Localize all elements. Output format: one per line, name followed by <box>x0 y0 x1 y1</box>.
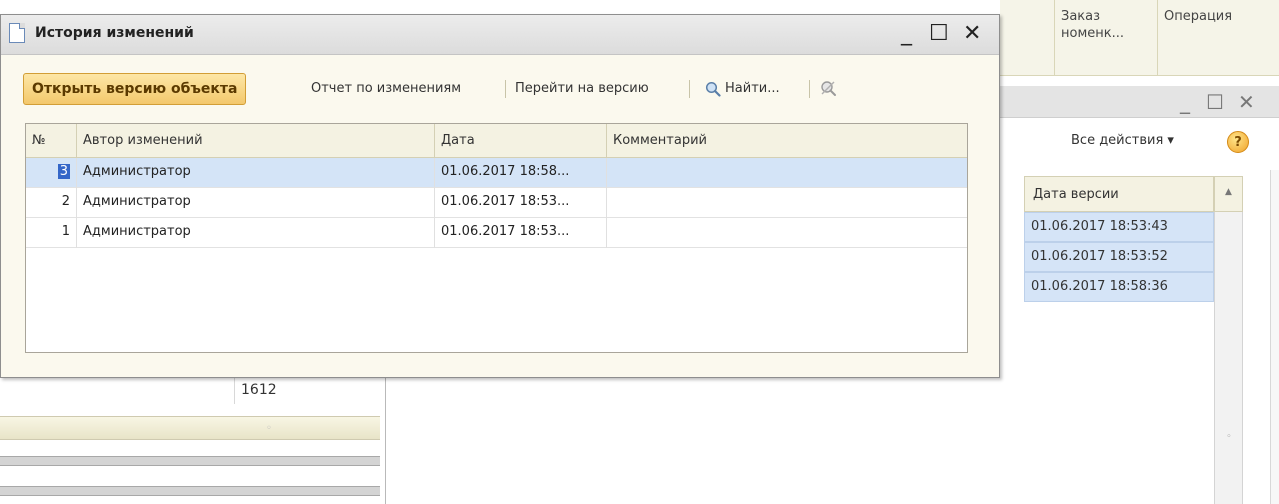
column-header-operation[interactable]: Операция <box>1157 0 1279 76</box>
right-edge-panel <box>1270 170 1279 504</box>
background-maximize-button[interactable]: ☐ <box>1206 90 1224 114</box>
column-header-date[interactable]: Дата <box>435 124 607 158</box>
row-number-cell: 3 <box>26 158 77 188</box>
author-cell: Администратор <box>77 188 435 218</box>
document-icon <box>9 23 25 43</box>
author-cell: Администратор <box>77 158 435 188</box>
minimize-button[interactable]: _ <box>901 21 912 47</box>
all-actions-menu[interactable]: Все действия ▾ <box>1071 133 1174 148</box>
version-row[interactable]: 01.06.2017 18:53:43 <box>1024 212 1214 242</box>
row-number: 3 <box>57 164 70 179</box>
bottom-left-value: 1612 <box>234 378 382 404</box>
bottom-left-bar <box>0 416 380 440</box>
column-header-comment[interactable]: Комментарий <box>607 124 967 158</box>
comment-cell <box>607 218 967 248</box>
scrollbar-grip-icon[interactable]: ◦ <box>1222 432 1236 446</box>
search-icon[interactable] <box>705 81 721 97</box>
author-cell: Администратор <box>77 218 435 248</box>
open-version-button[interactable]: Открыть версию объекта <box>23 73 247 105</box>
background-close-button[interactable]: ✕ <box>1238 90 1255 114</box>
maximize-button[interactable]: ☐ <box>929 21 949 47</box>
row-number: 2 <box>26 188 77 218</box>
toolbar-separator <box>689 80 690 98</box>
sort-up-icon[interactable]: ▲ <box>1214 176 1243 212</box>
close-button[interactable]: ✕ <box>963 21 981 47</box>
history-table: № Автор изменений Дата Комментарий 3 Адм… <box>25 123 968 353</box>
column-header-author[interactable]: Автор изменений <box>77 124 435 158</box>
date-cell: 01.06.2017 18:58... <box>435 158 607 188</box>
row-number: 1 <box>26 218 77 248</box>
date-cell: 01.06.2017 18:53... <box>435 188 607 218</box>
dialog-title: История изменений <box>35 25 194 41</box>
report-changes-button[interactable]: Отчет по изменениям <box>311 73 461 105</box>
dialog-toolbar: Открыть версию объекта Отчет по изменени… <box>23 73 923 105</box>
bottom-left-divider <box>0 456 380 466</box>
goto-version-button[interactable]: Перейти на версию <box>515 73 649 105</box>
column-header-order-nomenclature[interactable]: Заказ номенк... <box>1054 0 1157 76</box>
table-row[interactable]: 1 Администратор 01.06.2017 18:53... <box>26 218 967 248</box>
find-button[interactable]: Найти... <box>725 73 780 105</box>
background-minimize-button[interactable]: _ <box>1180 90 1190 114</box>
help-icon[interactable]: ? <box>1227 131 1249 153</box>
toolbar-separator <box>809 80 810 98</box>
column-header-version-date[interactable]: Дата версии <box>1024 176 1214 212</box>
dialog-titlebar[interactable]: История изменений _ ☐ ✕ <box>1 15 999 55</box>
bottom-left-divider <box>0 486 380 496</box>
table-row[interactable]: 2 Администратор 01.06.2017 18:53... <box>26 188 967 218</box>
date-cell: 01.06.2017 18:53... <box>435 218 607 248</box>
comment-cell <box>607 158 967 188</box>
grip-icon: ◦ <box>266 423 272 434</box>
column-header-number[interactable]: № <box>26 124 77 158</box>
comment-cell <box>607 188 967 218</box>
vertical-scrollbar[interactable] <box>1214 212 1243 504</box>
table-row[interactable]: 3 Администратор 01.06.2017 18:58... <box>26 158 967 188</box>
history-dialog: История изменений _ ☐ ✕ Открыть версию о… <box>0 14 1000 378</box>
version-row[interactable]: 01.06.2017 18:58:36 <box>1024 272 1214 302</box>
clear-search-icon[interactable] <box>819 79 839 99</box>
version-row[interactable]: 01.06.2017 18:53:52 <box>1024 242 1214 272</box>
toolbar-separator <box>505 80 506 98</box>
